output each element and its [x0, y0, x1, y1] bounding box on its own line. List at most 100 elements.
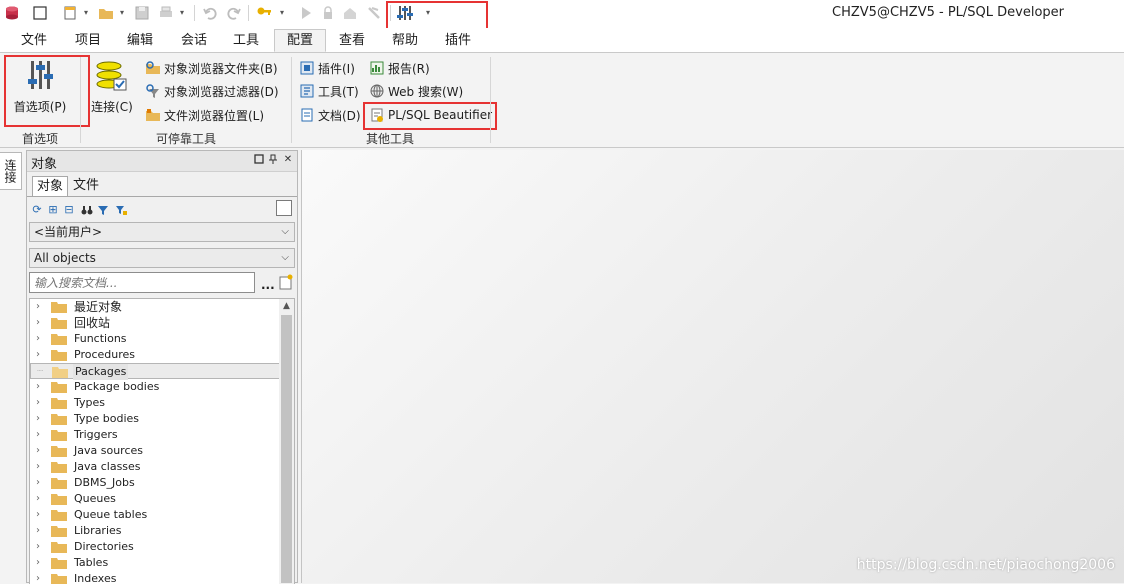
connection-button[interactable]: 连接(C)	[88, 59, 136, 115]
expand-arrow-icon[interactable]: ›	[36, 379, 40, 395]
lock-icon[interactable]	[318, 3, 338, 23]
print-dropdown-icon[interactable]: ▾	[180, 8, 184, 17]
tab-files[interactable]: 文件	[69, 176, 103, 196]
expand-arrow-icon[interactable]: ›	[36, 347, 40, 363]
expand-arrow-icon[interactable]: ›	[36, 443, 40, 459]
checkbox-button[interactable]	[276, 200, 292, 216]
app-database-icon[interactable]	[2, 3, 22, 23]
tools-button[interactable]: 工具(T)	[299, 81, 359, 101]
tree-node[interactable]: › Package bodies	[30, 379, 280, 395]
tree-node[interactable]: › Queue tables	[30, 507, 280, 523]
tree-node[interactable]: › Queues	[30, 491, 280, 507]
tab-file[interactable]: 文件	[12, 30, 56, 51]
expand-arrow-icon[interactable]: ›	[36, 315, 40, 331]
search-options-icon[interactable]: ...	[261, 278, 275, 292]
new-search-icon[interactable]	[279, 274, 293, 290]
tree-node[interactable]: › 回收站	[30, 315, 280, 331]
close-icon[interactable]: ✕	[282, 154, 294, 166]
expand-arrow-icon[interactable]: ›	[36, 459, 40, 475]
commit-icon[interactable]	[340, 3, 360, 23]
folder-icon	[51, 334, 67, 345]
tab-configure[interactable]: 配置	[274, 29, 326, 52]
tree-node[interactable]: › Tables	[30, 555, 280, 571]
execute-icon[interactable]	[296, 3, 316, 23]
tree-node[interactable]: › Procedures	[30, 347, 280, 363]
tab-edit[interactable]: 编辑	[118, 30, 162, 51]
filter-icon[interactable]	[97, 204, 109, 216]
tree-node[interactable]: › Functions	[30, 331, 280, 347]
preferences-sliders-icon[interactable]	[395, 3, 415, 23]
tab-help[interactable]: 帮助	[383, 30, 427, 51]
break-icon[interactable]	[364, 3, 384, 23]
customize-toolbar-icon[interactable]: ▾	[426, 8, 430, 17]
tree-node[interactable]: › Indexes	[30, 571, 280, 584]
expand-arrow-icon[interactable]: ›	[36, 507, 40, 523]
pin-icon[interactable]	[267, 154, 279, 166]
expand-arrow-icon[interactable]: ›	[36, 475, 40, 491]
tree-node[interactable]: › Java classes	[30, 459, 280, 475]
plsql-beautifier-button[interactable]: PL/SQL Beautifier	[369, 105, 492, 125]
web-search-button[interactable]: Web 搜索(W)	[369, 81, 463, 101]
reports-button[interactable]: 报告(R)	[369, 58, 430, 78]
undo-icon[interactable]	[200, 3, 220, 23]
key-dropdown-icon[interactable]: ▾	[280, 8, 284, 17]
tab-session[interactable]: 会话	[172, 30, 216, 51]
float-window-icon[interactable]	[253, 154, 265, 166]
expand-arrow-icon[interactable]: ›	[36, 555, 40, 571]
key-icon[interactable]	[254, 3, 274, 23]
tab-objects[interactable]: 对象	[32, 176, 69, 197]
open-folder-icon[interactable]	[96, 3, 116, 23]
tree-node-selected[interactable]: ┈ Packages	[30, 363, 280, 380]
plugins-button[interactable]: 插件(I)	[299, 58, 355, 78]
save-icon[interactable]	[132, 3, 152, 23]
tree-node[interactable]: › DBMS_Jobs	[30, 475, 280, 491]
tab-project[interactable]: 项目	[66, 30, 110, 51]
object-browser-filters-button[interactable]: 对象浏览器过滤器(D)	[145, 81, 279, 101]
tree-node[interactable]: › 最近对象	[30, 299, 280, 315]
expand-arrow-icon[interactable]: ›	[36, 395, 40, 411]
tab-tools[interactable]: 工具	[224, 30, 268, 51]
find-binoculars-icon[interactable]	[81, 204, 93, 216]
scroll-thumb[interactable]	[281, 315, 292, 583]
new-file-icon[interactable]	[60, 3, 80, 23]
search-input[interactable]	[29, 272, 255, 293]
expand-all-icon[interactable]: ⊞	[47, 204, 59, 216]
tree-node[interactable]: › Type bodies	[30, 411, 280, 427]
expand-arrow-icon[interactable]: ›	[36, 411, 40, 427]
tree-node[interactable]: › Directories	[30, 539, 280, 555]
preferences-button[interactable]: 首选项(P)	[8, 57, 72, 115]
edit-filter-icon[interactable]	[115, 204, 127, 216]
tree-node[interactable]: › Types	[30, 395, 280, 411]
expand-arrow-icon[interactable]: ›	[36, 299, 40, 315]
scroll-up-icon[interactable]: ▲	[279, 299, 294, 313]
expand-arrow-icon[interactable]: ›	[36, 427, 40, 443]
tree-node[interactable]: › Java sources	[30, 443, 280, 459]
tab-plugins[interactable]: 插件	[436, 30, 480, 51]
tab-view[interactable]: 查看	[330, 30, 374, 51]
open-dropdown-icon[interactable]: ▾	[120, 8, 124, 17]
tree-node[interactable]: › Triggers	[30, 427, 280, 443]
collapse-all-icon[interactable]: ⊟	[63, 204, 75, 216]
window-list-icon[interactable]	[30, 3, 50, 23]
new-dropdown-icon[interactable]: ▾	[84, 8, 88, 17]
object-type-select[interactable]: All objects ⌵	[29, 248, 295, 268]
expand-arrow-icon[interactable]: ›	[36, 331, 40, 347]
vertical-scrollbar[interactable]: ▲	[279, 299, 294, 584]
side-tab-connection[interactable]: 连接	[0, 152, 22, 190]
expand-arrow-icon[interactable]: ›	[36, 491, 40, 507]
folder-icon	[51, 414, 67, 425]
report-icon	[369, 60, 385, 76]
redo-icon[interactable]	[224, 3, 244, 23]
object-browser-folders-button[interactable]: 对象浏览器文件夹(B)	[145, 58, 278, 78]
refresh-icon[interactable]: ⟳	[31, 204, 43, 216]
file-browser-locations-button[interactable]: 文件浏览器位置(L)	[145, 105, 264, 125]
expand-arrow-icon[interactable]: ›	[36, 523, 40, 539]
documents-button[interactable]: 文档(D)	[299, 105, 361, 125]
tree-node[interactable]: › Libraries	[30, 523, 280, 539]
main-workspace[interactable]: https://blog.csdn.net/piaochong2006	[301, 150, 1124, 583]
expand-arrow-icon[interactable]: ›	[36, 539, 40, 555]
folder-icon	[51, 318, 67, 329]
print-icon[interactable]	[156, 3, 176, 23]
expand-arrow-icon[interactable]: ›	[36, 571, 40, 584]
user-select[interactable]: <当前用户> ⌵	[29, 222, 295, 242]
